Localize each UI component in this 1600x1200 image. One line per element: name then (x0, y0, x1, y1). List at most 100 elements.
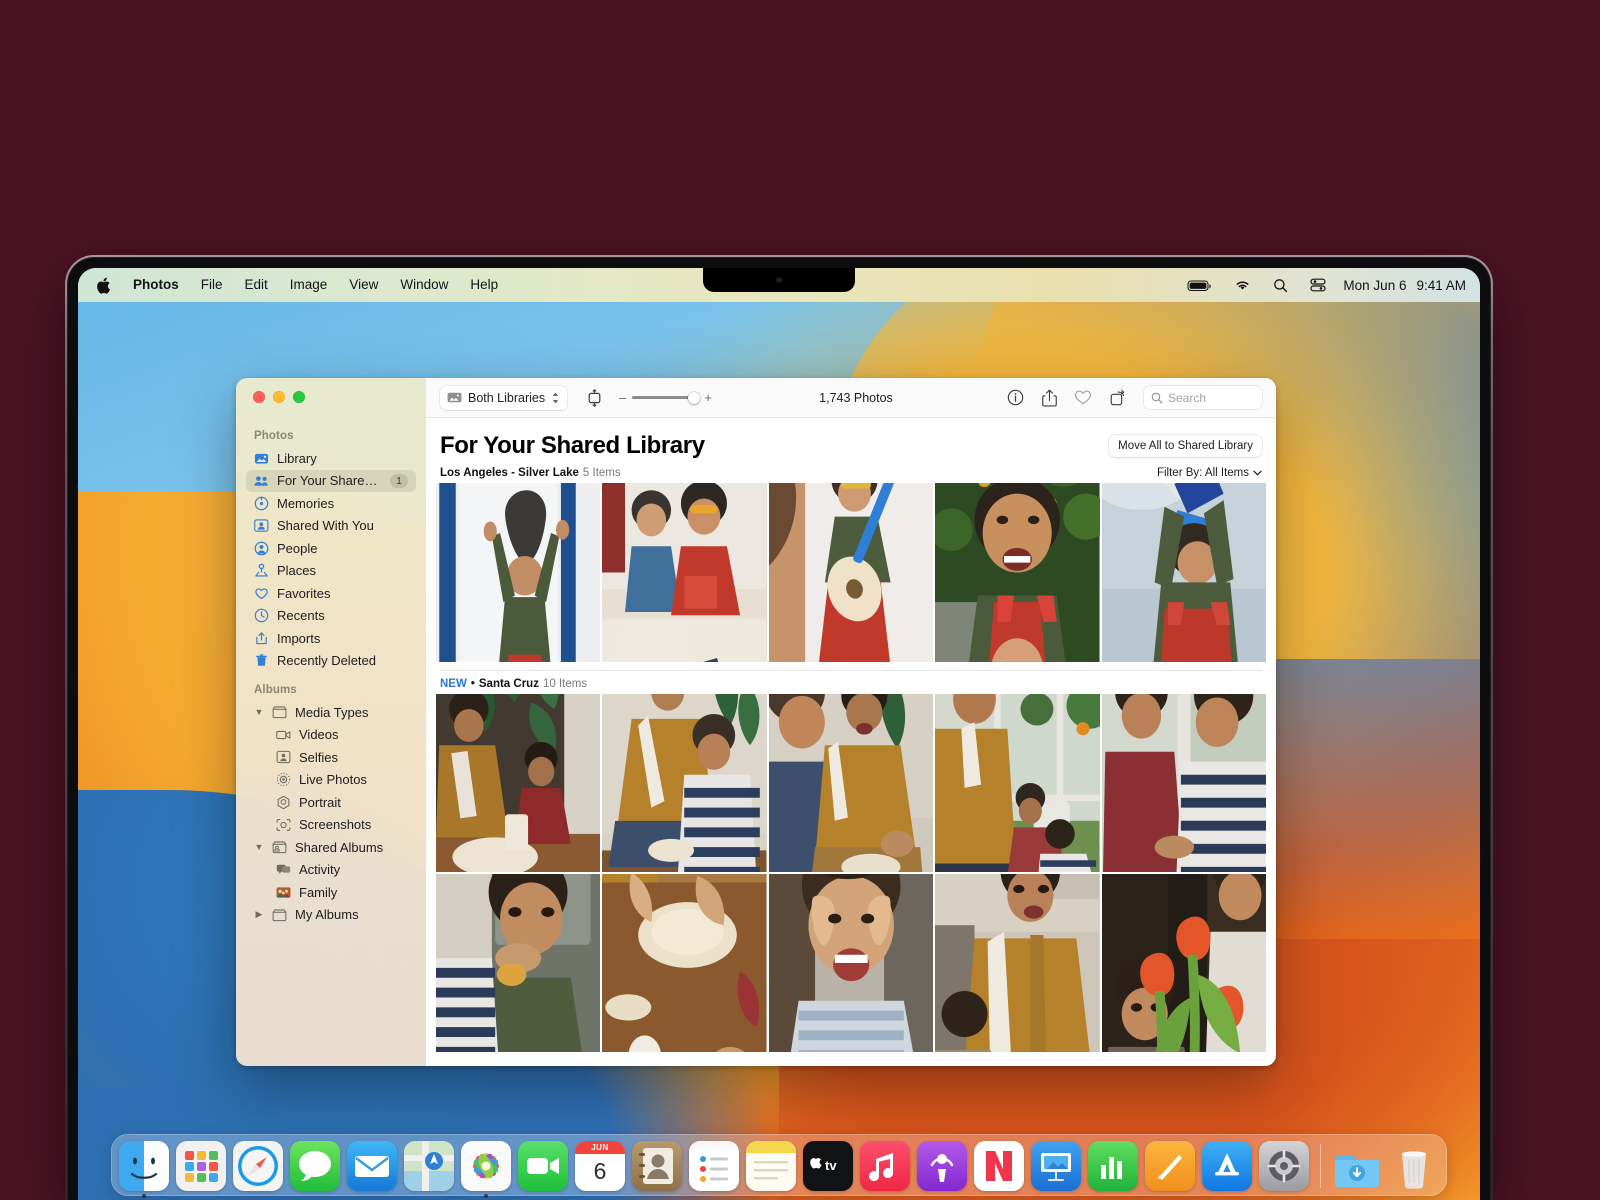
dock-item-numbers[interactable] (1088, 1141, 1138, 1191)
sidebar-item-for-your-shared-library[interactable]: For Your Shared Library 1 (246, 469, 416, 492)
dock-item-messages[interactable] (290, 1141, 340, 1191)
sidebar-item-label: People (277, 540, 318, 556)
share-button[interactable] (1034, 385, 1064, 411)
photo-adult-portrait-towel[interactable] (935, 874, 1100, 1052)
notes-icon (746, 1141, 796, 1191)
photo-child-eating-dough[interactable] (436, 874, 601, 1052)
dock-item-mail[interactable] (347, 1141, 397, 1191)
move-all-to-shared-library-button[interactable]: Move All to Shared Library (1109, 435, 1262, 457)
dock-item-launchpad[interactable] (176, 1141, 226, 1191)
sidebar-item-library[interactable]: Library (246, 447, 416, 470)
dock-item-appletv[interactable]: tv (803, 1141, 853, 1191)
sidebar-item-shared-albums[interactable]: ▼ Shared Albums (246, 836, 416, 859)
sidebar-item-people[interactable]: People (246, 537, 416, 560)
photo-child-with-tulips[interactable] (1101, 874, 1266, 1052)
favorite-button[interactable] (1068, 385, 1098, 411)
sidebar-item-recently-deleted[interactable]: Recently Deleted (246, 650, 416, 673)
chevron-down-icon[interactable]: ▼ (254, 707, 264, 717)
battery-icon[interactable] (1176, 279, 1223, 292)
dock-item-pages[interactable] (1145, 1141, 1195, 1191)
maximize-button[interactable] (293, 391, 305, 403)
chevron-down-icon[interactable]: ▼ (254, 842, 264, 852)
menu-item-image[interactable]: Image (279, 268, 339, 302)
sidebar-item-activity[interactable]: Activity (246, 859, 416, 882)
dock-item-trash[interactable] (1389, 1141, 1439, 1191)
search-icon[interactable] (1262, 278, 1299, 293)
photo-child-with-paper-cone[interactable] (1101, 483, 1266, 662)
photo-adult-smiling-flour[interactable] (768, 694, 934, 872)
photo-baking-kitchen-plants[interactable] (436, 694, 601, 872)
sidebar-item-media-types[interactable]: ▼ Media Types (246, 701, 416, 724)
zoom-slider-knob[interactable] (688, 391, 701, 404)
photo-window-light-family[interactable] (935, 694, 1100, 872)
menu-item-help[interactable]: Help (459, 268, 509, 302)
calendar-icon: JUN 6 (575, 1141, 625, 1191)
dock-item-podcasts[interactable] (917, 1141, 967, 1191)
sidebar-item-memories[interactable]: Memories (246, 492, 416, 515)
sidebar-item-favorites[interactable]: Favorites (246, 582, 416, 605)
menu-item-view[interactable]: View (338, 268, 389, 302)
zoom-slider-track[interactable] (632, 391, 701, 404)
dock-item-notes[interactable] (746, 1141, 796, 1191)
photo-two-children-playing[interactable] (602, 483, 767, 662)
sidebar-item-shared-with-you[interactable]: Shared With You (246, 515, 416, 538)
dock-item-photos[interactable] (461, 1141, 511, 1198)
aspect-ratio-button[interactable] (579, 385, 609, 411)
photo-child-with-guitar[interactable] (768, 483, 934, 662)
dock-item-reminders[interactable] (689, 1141, 739, 1191)
dock-item-music[interactable] (860, 1141, 910, 1191)
search-input[interactable]: Search (1168, 391, 1206, 405)
dock-item-facetime[interactable] (518, 1141, 568, 1191)
maps-icon (404, 1141, 454, 1191)
dock-item-calendar[interactable]: JUN 6 (575, 1141, 625, 1191)
dock-item-maps[interactable] (404, 1141, 454, 1191)
wifi-icon[interactable] (1223, 279, 1262, 292)
sidebar-item-recents[interactable]: Recents (246, 605, 416, 628)
share-icon (1041, 389, 1057, 407)
sidebar-item-family[interactable]: Family (246, 881, 416, 904)
dock-item-systemsettings[interactable] (1259, 1141, 1309, 1191)
filter-by-button[interactable]: Filter By: All Items (1157, 467, 1262, 479)
chevron-right-icon[interactable]: ▶ (254, 909, 264, 920)
sidebar-item-screenshots[interactable]: Screenshots (246, 814, 416, 837)
dock-item-keynote[interactable] (1031, 1141, 1081, 1191)
sidebar-item-selfies[interactable]: Selfies (246, 746, 416, 769)
dock-item-contacts[interactable] (632, 1141, 682, 1191)
sidebar-item-places[interactable]: Places (246, 560, 416, 583)
menu-item-photos[interactable]: Photos (122, 268, 190, 302)
photo-two-children-striped[interactable] (1101, 694, 1266, 872)
control-center-icon[interactable] (1299, 278, 1337, 292)
menu-item-window[interactable]: Window (389, 268, 459, 302)
sidebar-item-videos[interactable]: Videos (246, 724, 416, 747)
apple-logo-icon[interactable] (92, 277, 122, 294)
library-selector[interactable]: Both Libraries (440, 385, 568, 410)
sidebar-item-portrait[interactable]: Portrait (246, 791, 416, 814)
dock-item-finder[interactable] (119, 1141, 169, 1198)
running-indicator (142, 1194, 146, 1198)
search-field[interactable]: Search (1144, 386, 1262, 409)
dock-item-downloads-folder[interactable] (1332, 1141, 1382, 1191)
sidebar-item-my-albums[interactable]: ▶ My Albums (246, 904, 416, 927)
video-icon (276, 727, 291, 742)
minimize-button[interactable] (273, 391, 285, 403)
photo-child-at-window[interactable] (436, 483, 601, 662)
photo-child-laughing-outdoors[interactable] (935, 483, 1100, 662)
menu-bar-clock[interactable]: Mon Jun 6 9:41 AM (1337, 278, 1466, 293)
photo-hands-in-flour[interactable] (602, 874, 767, 1052)
zoom-minus-label[interactable]: – (619, 390, 626, 405)
dock-item-safari[interactable] (233, 1141, 283, 1191)
info-button[interactable] (1000, 385, 1030, 411)
photo-adult-child-kneading[interactable] (602, 694, 767, 872)
sidebar-item-live-photos[interactable]: Live Photos (246, 769, 416, 792)
menu-item-edit[interactable]: Edit (234, 268, 279, 302)
rotate-button[interactable] (1102, 385, 1132, 411)
photo-child-floury-face[interactable] (768, 874, 934, 1052)
sidebar-item-imports[interactable]: Imports (246, 627, 416, 650)
close-button[interactable] (253, 391, 265, 403)
zoom-plus-label[interactable]: + (704, 390, 712, 405)
dock-item-appstore[interactable] (1202, 1141, 1252, 1191)
rotate-icon (1109, 389, 1126, 407)
menu-item-file[interactable]: File (190, 268, 234, 302)
zoom-slider[interactable]: – + (619, 390, 712, 405)
dock-item-news[interactable] (974, 1141, 1024, 1191)
